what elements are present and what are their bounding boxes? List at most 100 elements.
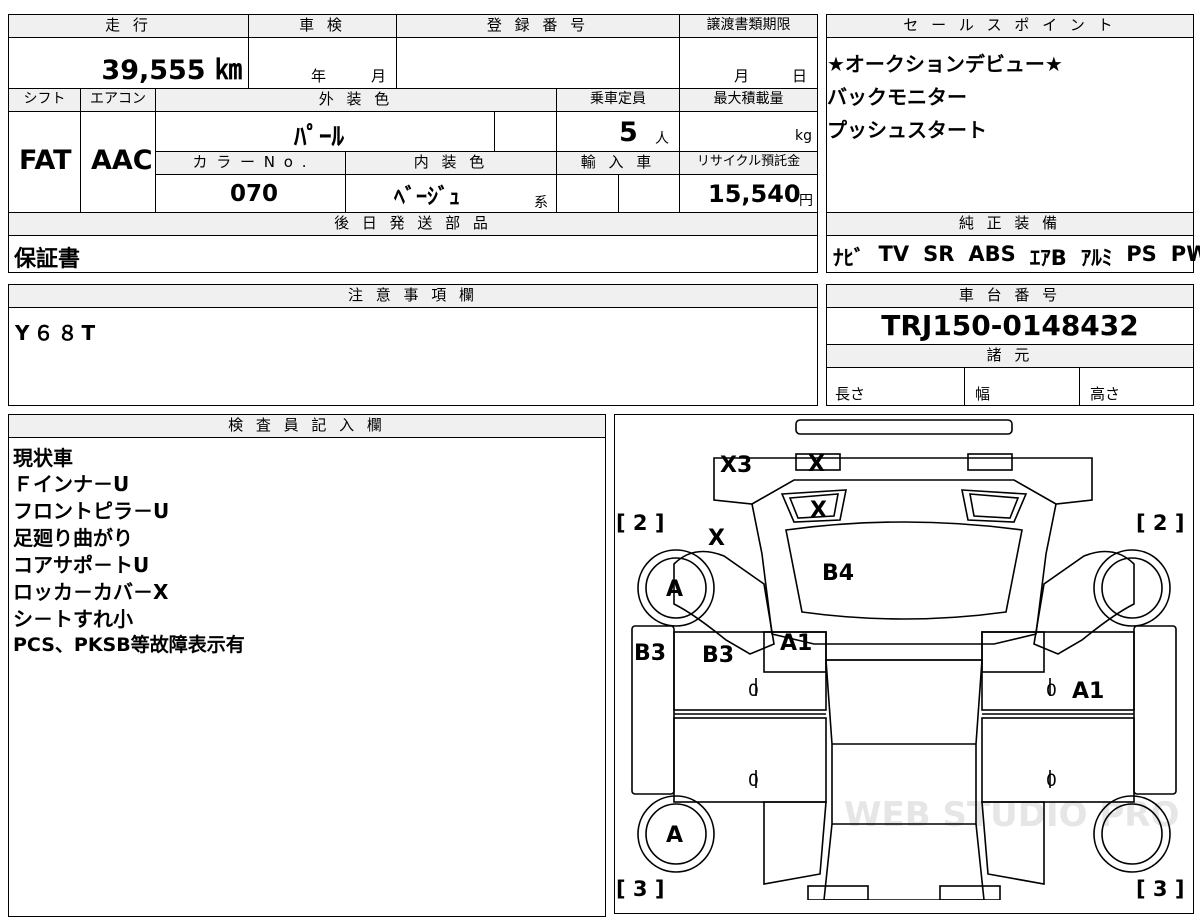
equipment-header: 純 正 装 備 bbox=[826, 212, 1194, 236]
mark-b4: B4 bbox=[822, 561, 854, 586]
parts-header: 後 日 発 送 部 品 bbox=[8, 212, 818, 236]
shift-header: シフト bbox=[8, 88, 81, 112]
sales-points-cell: ★オークションデビュー★ バックモニター プッシュスタート bbox=[826, 37, 1194, 213]
equipment-pw: PW bbox=[1170, 242, 1200, 266]
interior-suffix: 系 bbox=[534, 195, 548, 211]
shift-cell: FAT bbox=[8, 111, 81, 213]
watermark-text: WEB STUDIO PRO bbox=[844, 795, 1179, 835]
mark-zero: 0 bbox=[1046, 771, 1057, 791]
inspector-header: 検 査 員 記 入 欄 bbox=[8, 414, 606, 438]
equipment-abs: ABS bbox=[968, 242, 1016, 266]
sales-point-item: プッシュスタート bbox=[827, 118, 987, 142]
fender-right bbox=[1033, 550, 1135, 655]
rear-bumper-left bbox=[807, 885, 869, 900]
equipment-navi: ﾅﾋﾞ bbox=[833, 246, 865, 270]
colorno-header: カ ラ ー N o . bbox=[155, 151, 346, 175]
parts-cell: 保証書 bbox=[8, 235, 818, 273]
inspection-month: 月 bbox=[371, 67, 387, 85]
inspector-line: PCS、PKSB等故障表示有 bbox=[13, 634, 245, 656]
capacity-value: 5 bbox=[619, 117, 638, 148]
sales-point-item: バックモニター bbox=[827, 85, 967, 109]
rocker-right bbox=[1133, 625, 1177, 795]
equipment-tv: TV bbox=[878, 242, 910, 266]
rear-quarter-left bbox=[763, 801, 827, 885]
inspector-line: 足廻り曲がり bbox=[13, 526, 133, 550]
mark-a1-pillar: A1 bbox=[780, 631, 812, 656]
import-cell-1 bbox=[556, 174, 619, 213]
bracket-front-left: [ 2 ] bbox=[616, 511, 664, 535]
inspector-line: ロッカ－カバ－X bbox=[13, 580, 169, 604]
front-panel bbox=[713, 457, 1093, 505]
equipment-alloy: ｱﾙﾐ bbox=[1080, 246, 1113, 270]
aircon-header: エアコン bbox=[80, 88, 156, 112]
hood-outline bbox=[751, 503, 1057, 645]
equipment-airbag: ｴｱB bbox=[1029, 246, 1067, 270]
import-header: 輸 入 車 bbox=[556, 151, 680, 175]
recycle-header: リサイクル預託金 bbox=[679, 151, 818, 175]
inspector-line: シ－トすれ小 bbox=[13, 607, 133, 631]
bracket-rear-right: [ 3 ] bbox=[1136, 877, 1184, 900]
inspection-header: 車 検 bbox=[248, 14, 397, 38]
chassis-header: 車 台 番 号 bbox=[826, 284, 1194, 308]
deadline-day: 日 bbox=[792, 67, 808, 85]
equipment-sr: SR bbox=[923, 242, 955, 266]
bracket-rear-left: [ 3 ] bbox=[616, 877, 664, 900]
front-bumper-bar bbox=[795, 419, 1013, 435]
mark-zero: 0 bbox=[1046, 681, 1057, 701]
mark-x-headlight: X bbox=[810, 498, 827, 523]
spec-length-label: 長さ bbox=[835, 385, 866, 403]
door-rear-right bbox=[981, 717, 1135, 803]
mark-zero: 0 bbox=[748, 771, 759, 791]
inspector-line: Ｆインナ－U bbox=[13, 472, 130, 496]
interior-header: 内 装 色 bbox=[345, 151, 557, 175]
notes-value: Y６８T bbox=[15, 321, 100, 345]
fender-left bbox=[673, 550, 775, 655]
recycle-unit: 円 bbox=[799, 193, 813, 209]
interior-value: ﾍﾞｰｼﾞｭ bbox=[394, 185, 461, 210]
import-cell-2 bbox=[618, 174, 680, 213]
deadline-cell: 月 日 bbox=[679, 37, 818, 89]
damage-diagram: WEB STUDIO PRO X3 X X X B4 A B3 B3 A1 A1… bbox=[614, 414, 1194, 914]
notes-cell: Y６８T bbox=[8, 307, 818, 406]
equipment-list: ﾅﾋﾞ TV SR ABS ｴｱB ｱﾙﾐ PS PW bbox=[833, 242, 1200, 272]
maxload-cell: kg bbox=[679, 111, 818, 152]
car-body-diagram: WEB STUDIO PRO X3 X X X B4 A B3 B3 A1 A1… bbox=[616, 419, 1184, 900]
shift-value: FAT bbox=[19, 145, 72, 176]
exterior-header: 外 装 色 bbox=[155, 88, 557, 112]
exterior-extra-cell bbox=[494, 111, 557, 152]
spec-height-cell: 高さ bbox=[1079, 367, 1194, 406]
specs-header: 諸 元 bbox=[826, 344, 1194, 368]
colorno-value: 070 bbox=[230, 181, 279, 207]
mark-a1-right: A1 bbox=[1072, 679, 1104, 704]
mark-x-fender: X bbox=[708, 526, 725, 551]
capacity-cell: 5 人 bbox=[556, 111, 680, 152]
spec-height-label: 高さ bbox=[1090, 385, 1121, 403]
cabin-outline bbox=[823, 659, 985, 900]
recycle-value: 15,540 bbox=[708, 180, 801, 208]
aircon-value: AAC bbox=[91, 145, 153, 176]
equipment-ps: PS bbox=[1126, 242, 1157, 266]
mileage-header: 走 行 bbox=[8, 14, 249, 38]
aircon-cell: AAC bbox=[80, 111, 156, 213]
mileage-cell: 39,555 ㎞ bbox=[8, 37, 249, 89]
sales-point-item: ★オークションデビュー★ bbox=[827, 52, 1063, 76]
mark-b3-rocker: B3 bbox=[634, 641, 666, 666]
capacity-unit: 人 bbox=[655, 131, 669, 147]
interior-cell: ﾍﾞｰｼﾞｭ 系 bbox=[345, 174, 557, 213]
deadline-header: 譲渡書類期限 bbox=[679, 14, 818, 38]
maxload-unit: kg bbox=[795, 128, 812, 144]
rear-bumper-right bbox=[939, 885, 1001, 900]
recycle-cell: 15,540 円 bbox=[679, 174, 818, 213]
headlight-right-inner bbox=[969, 493, 1020, 519]
capacity-header: 乗車定員 bbox=[556, 88, 680, 112]
spec-width-cell: 幅 bbox=[964, 367, 1080, 406]
mark-b3-door: B3 bbox=[702, 643, 734, 668]
registration-header: 登 録 番 号 bbox=[396, 14, 680, 38]
inspector-cell: 現状車 Ｆインナ－U フロントピラ－U 足廻り曲がり コアサポ－トU ロッカ－カ… bbox=[8, 437, 606, 917]
mark-x3: X3 bbox=[720, 453, 752, 478]
exterior-cell: ﾊﾟｰﾙ bbox=[155, 111, 495, 152]
notes-header: 注 意 事 項 欄 bbox=[8, 284, 818, 308]
spec-length-cell: 長さ bbox=[826, 367, 965, 406]
wheel-front-right-inner bbox=[1101, 557, 1163, 619]
maxload-header: 最大積載量 bbox=[679, 88, 818, 112]
